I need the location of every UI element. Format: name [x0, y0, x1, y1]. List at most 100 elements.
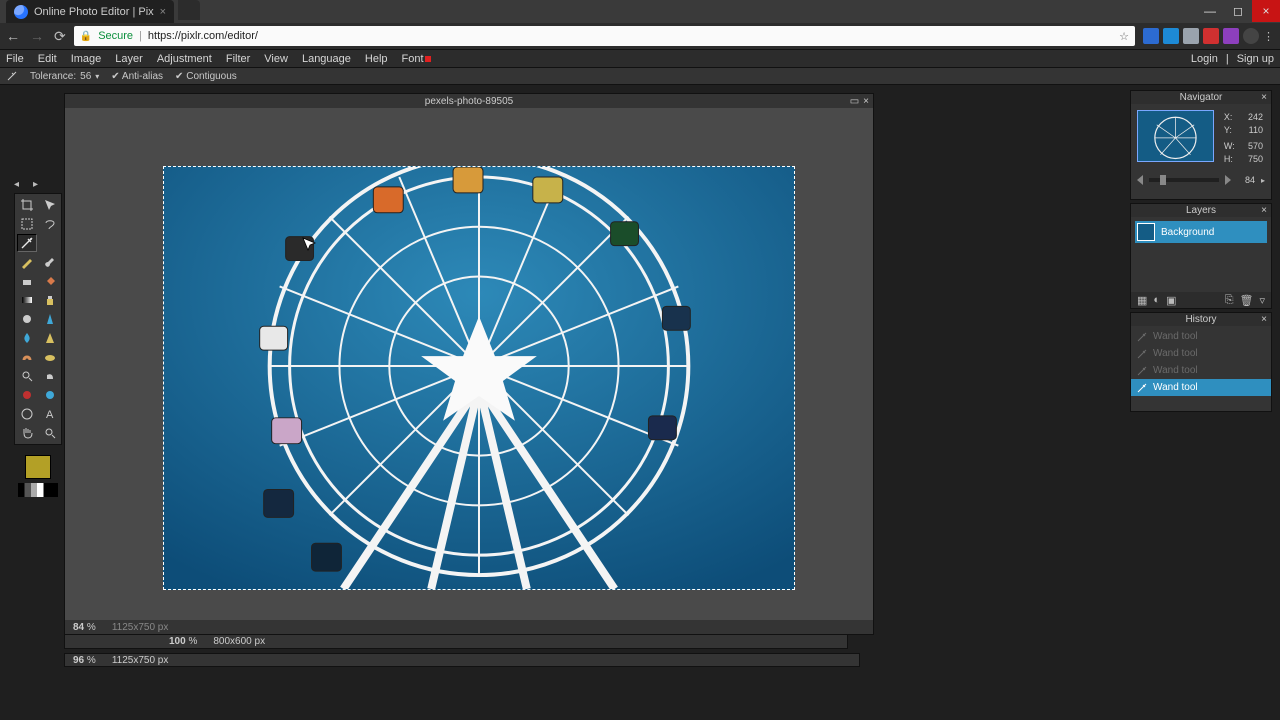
- cursor-icon: [302, 237, 320, 258]
- nav-forward-icon[interactable]: →: [30, 28, 44, 45]
- history-item[interactable]: Wand tool: [1131, 379, 1271, 396]
- color-replace-tool[interactable]: [17, 310, 37, 328]
- drawing-tool[interactable]: [40, 310, 60, 328]
- browser-tab[interactable]: Online Photo Editor | Pix ×: [6, 0, 174, 23]
- layer-mask-icon[interactable]: ◐: [1153, 294, 1160, 306]
- image-canvas[interactable]: [163, 166, 795, 590]
- navigator-zoom-slider[interactable]: 84 ▸: [1131, 173, 1271, 187]
- window-maximize-icon[interactable]: ◻: [1224, 0, 1252, 22]
- tolerance-label: Tolerance:: [30, 71, 76, 82]
- layer-settings-icon[interactable]: ⎘: [1225, 294, 1234, 307]
- bookmark-star-icon[interactable]: ☆: [1119, 30, 1129, 43]
- smudge-tool[interactable]: [17, 348, 37, 366]
- menu-edit[interactable]: Edit: [38, 53, 57, 65]
- login-link[interactable]: Login: [1191, 53, 1218, 65]
- history-item[interactable]: Wand tool: [1131, 345, 1271, 362]
- nav-back-icon[interactable]: ←: [6, 28, 20, 45]
- pencil-tool[interactable]: [17, 253, 37, 271]
- spot-heal-tool[interactable]: [40, 386, 60, 404]
- dodge-tool[interactable]: [17, 367, 37, 385]
- extension-icon[interactable]: [1223, 28, 1239, 44]
- new-layer-icon[interactable]: ▦: [1137, 294, 1147, 307]
- ferris-wheel-image: [164, 167, 794, 589]
- layer-menu-icon[interactable]: ▿: [1259, 294, 1265, 307]
- move-tool[interactable]: [40, 196, 60, 214]
- history-panel: History× Wand toolWand toolWand toolWand…: [1130, 312, 1272, 412]
- canvas-viewport[interactable]: [65, 108, 873, 620]
- document-dimensions: 1125x750 px: [112, 622, 169, 633]
- layer-row[interactable]: Background: [1135, 221, 1267, 243]
- sharpen-tool[interactable]: [40, 329, 60, 347]
- navigator-thumbnail[interactable]: [1137, 110, 1214, 162]
- contiguous-checkbox[interactable]: ✔ Contiguous: [175, 71, 237, 82]
- window-close-icon[interactable]: ×: [1252, 0, 1280, 22]
- extension-icon[interactable]: [1143, 28, 1159, 44]
- menu-layer[interactable]: Layer: [115, 53, 143, 65]
- mini-palette[interactable]: [18, 483, 58, 497]
- browser-menu-icon[interactable]: ⋮: [1263, 30, 1274, 43]
- history-item[interactable]: Wand tool: [1131, 362, 1271, 379]
- tolerance-value[interactable]: 56: [80, 71, 91, 82]
- blur-tool[interactable]: [17, 329, 37, 347]
- wand-icon: [1137, 349, 1147, 359]
- crop-tool[interactable]: [17, 196, 37, 214]
- tolerance-dropdown-icon[interactable]: ▾: [95, 72, 99, 81]
- eraser-tool[interactable]: [17, 272, 37, 290]
- menu-font[interactable]: Font: [402, 53, 431, 65]
- menu-image[interactable]: Image: [71, 53, 102, 65]
- panel-close-icon[interactable]: ×: [1261, 204, 1267, 217]
- tab-title: Online Photo Editor | Pix: [34, 6, 154, 18]
- zoom-in-icon[interactable]: [1225, 175, 1231, 185]
- panel-close-icon[interactable]: ×: [1261, 91, 1267, 104]
- panel-close-icon[interactable]: ×: [1261, 313, 1267, 326]
- window-controls: — ◻ ×: [1196, 0, 1280, 23]
- layer-style-icon[interactable]: ▣: [1166, 294, 1176, 307]
- nav-reload-icon[interactable]: ⟳: [54, 28, 66, 45]
- history-item[interactable]: Wand tool: [1131, 328, 1271, 345]
- extension-icon[interactable]: [1203, 28, 1219, 44]
- burn-tool[interactable]: [40, 367, 60, 385]
- menu-adjustment[interactable]: Adjustment: [157, 53, 212, 65]
- zoom-tool[interactable]: [40, 424, 60, 442]
- sponge-tool[interactable]: [40, 348, 60, 366]
- lasso-tool[interactable]: [40, 215, 60, 233]
- navigator-zoom-menu-icon[interactable]: ▸: [1261, 176, 1265, 185]
- toolbox-prev-icon[interactable]: ◂: [14, 179, 19, 190]
- window-minimize-icon[interactable]: —: [1196, 0, 1224, 22]
- menu-view[interactable]: View: [264, 53, 288, 65]
- menu-help[interactable]: Help: [365, 53, 388, 65]
- toolbox-next-icon[interactable]: ▸: [33, 179, 38, 190]
- bloat-tool[interactable]: [17, 405, 37, 423]
- document-titlebar[interactable]: pexels-photo-89505 ▭ ×: [65, 94, 873, 108]
- extension-tray: ⋮: [1143, 28, 1274, 44]
- paint-bucket-tool[interactable]: [40, 272, 60, 290]
- type-tool[interactable]: A: [40, 405, 60, 423]
- menu-file[interactable]: File: [6, 53, 24, 65]
- brush-tool[interactable]: [40, 253, 60, 271]
- color-swatches: [14, 455, 62, 497]
- clone-stamp-tool[interactable]: [40, 291, 60, 309]
- wand-tool[interactable]: [17, 234, 37, 252]
- tab-close-icon[interactable]: ×: [160, 6, 166, 18]
- foreground-color-swatch[interactable]: [25, 455, 51, 479]
- gradient-tool[interactable]: [17, 291, 37, 309]
- hand-tool[interactable]: [17, 424, 37, 442]
- marquee-tool[interactable]: [17, 215, 37, 233]
- navigator-readout: X:242 Y:110 W:570 H:750: [1222, 110, 1265, 167]
- zoom-slider-track[interactable]: [1149, 178, 1219, 182]
- menu-language[interactable]: Language: [302, 53, 351, 65]
- delete-layer-icon[interactable]: 🗑: [1240, 294, 1254, 307]
- antialias-checkbox[interactable]: ✔ Anti-alias: [111, 71, 163, 82]
- profile-avatar[interactable]: [1243, 28, 1259, 44]
- navigator-zoom-value: 84: [1237, 175, 1255, 185]
- document-close-icon[interactable]: ×: [863, 96, 869, 107]
- signup-link[interactable]: Sign up: [1237, 53, 1274, 65]
- menu-filter[interactable]: Filter: [226, 53, 250, 65]
- extension-icon[interactable]: [1183, 28, 1199, 44]
- extension-icon[interactable]: [1163, 28, 1179, 44]
- new-tab-button[interactable]: [178, 0, 200, 20]
- zoom-out-icon[interactable]: [1137, 175, 1143, 185]
- red-eye-tool[interactable]: [17, 386, 37, 404]
- url-input[interactable]: 🔒 Secure | https://pixlr.com/editor/ ☆: [74, 26, 1135, 46]
- document-maximize-icon[interactable]: ▭: [850, 96, 859, 107]
